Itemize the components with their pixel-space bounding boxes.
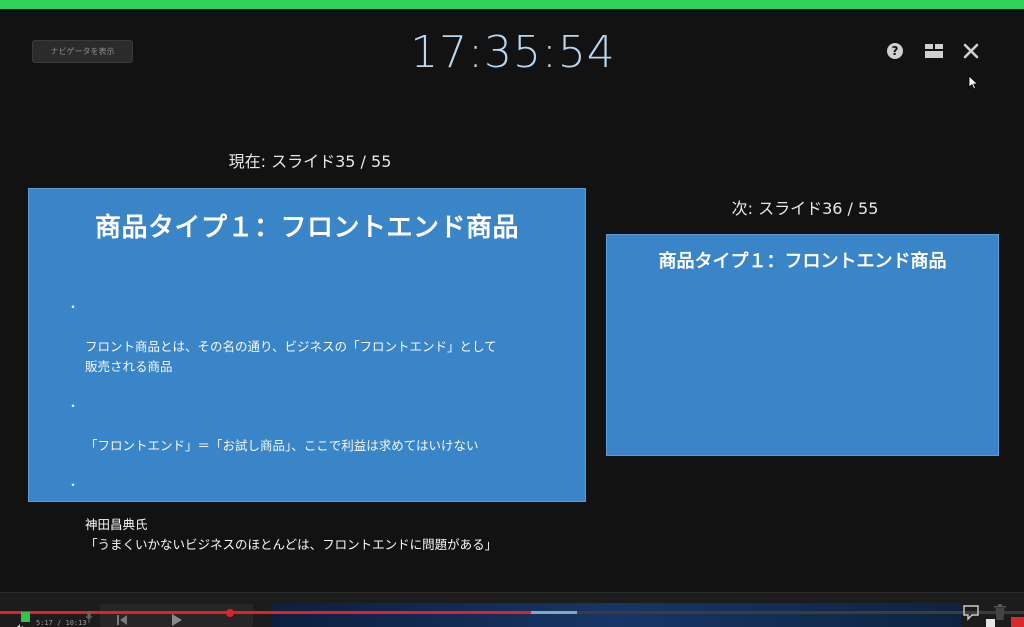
current-slide-bullets: ・ フロント商品とは、その名の通り、ビジネスの「フロントエンド」として 販売され… <box>67 297 567 574</box>
top-accent-bar <box>0 0 1024 9</box>
current-slide-preview: 商品タイプ１：フロントエンド商品 ・ フロント商品とは、その名の通り、ビジネスの… <box>28 188 586 552</box>
presenter-clock: 17:35:54 <box>410 27 616 78</box>
notification-badge-icon <box>1011 617 1024 627</box>
fullscreen-icon[interactable] <box>986 619 995 627</box>
current-slide-title: 商品タイプ１：フロントエンド商品 <box>94 213 519 243</box>
presenter-view: ナビゲータを表示 17:35:54 ? 現在: スライド35 / 55 商品タイ… <box>0 0 1024 627</box>
progress-played <box>0 611 531 614</box>
mouse-cursor-icon <box>968 75 979 91</box>
layout-icon[interactable] <box>924 42 944 60</box>
chat-bubble-icon[interactable] <box>962 605 980 621</box>
play-icon[interactable] <box>172 611 182 626</box>
help-icon[interactable]: ? <box>886 42 904 60</box>
next-slide-title: 商品タイプ１：フロントエンド商品 <box>658 251 947 272</box>
list-item: ・ 神田昌典氏 「うまくいかないビジネスのほとんどは、フロントエンドに問題がある… <box>67 475 567 555</box>
bullet-marker: ・ <box>67 300 80 314</box>
bullet-text: 「フロントエンド」＝「お試し商品」、ここで利益は求めてはいけない <box>85 438 479 453</box>
show-navigator-button[interactable]: ナビゲータを表示 <box>32 40 133 63</box>
current-slide-label: 現在: スライド35 / 55 <box>228 152 392 171</box>
timeline-strip <box>271 603 961 627</box>
playback-time: 5:17 / 10:13 <box>36 620 87 627</box>
next-slide-label: 次: スライド36 / 55 <box>731 199 879 218</box>
progress-scrubber-handle[interactable] <box>226 609 234 617</box>
close-icon[interactable] <box>962 42 980 60</box>
bullet-marker: ・ <box>67 399 80 413</box>
list-item: ・ 「フロントエンド」＝「お試し商品」、ここで利益は求めてはいけない <box>67 396 567 456</box>
bullet-text: フロント商品とは、その名の通り、ビジネスの「フロントエンド」として 販売される商… <box>85 339 497 374</box>
svg-text:?: ? <box>892 44 899 58</box>
next-slide-preview: 商品タイプ１：フロントエンド商品 <box>606 234 999 456</box>
volume-icon[interactable] <box>14 618 26 627</box>
trash-icon[interactable] <box>994 604 1006 620</box>
list-item: ・ フロント商品とは、その名の通り、ビジネスの「フロントエンド」として 販売され… <box>67 297 567 377</box>
bullet-marker: ・ <box>67 478 80 492</box>
bullet-text: 神田昌典氏 「うまくいかないビジネスのほとんどは、フロントエンドに問題がある」 <box>85 517 498 552</box>
previous-icon[interactable] <box>116 611 128 625</box>
microphone-icon[interactable] <box>85 608 93 623</box>
